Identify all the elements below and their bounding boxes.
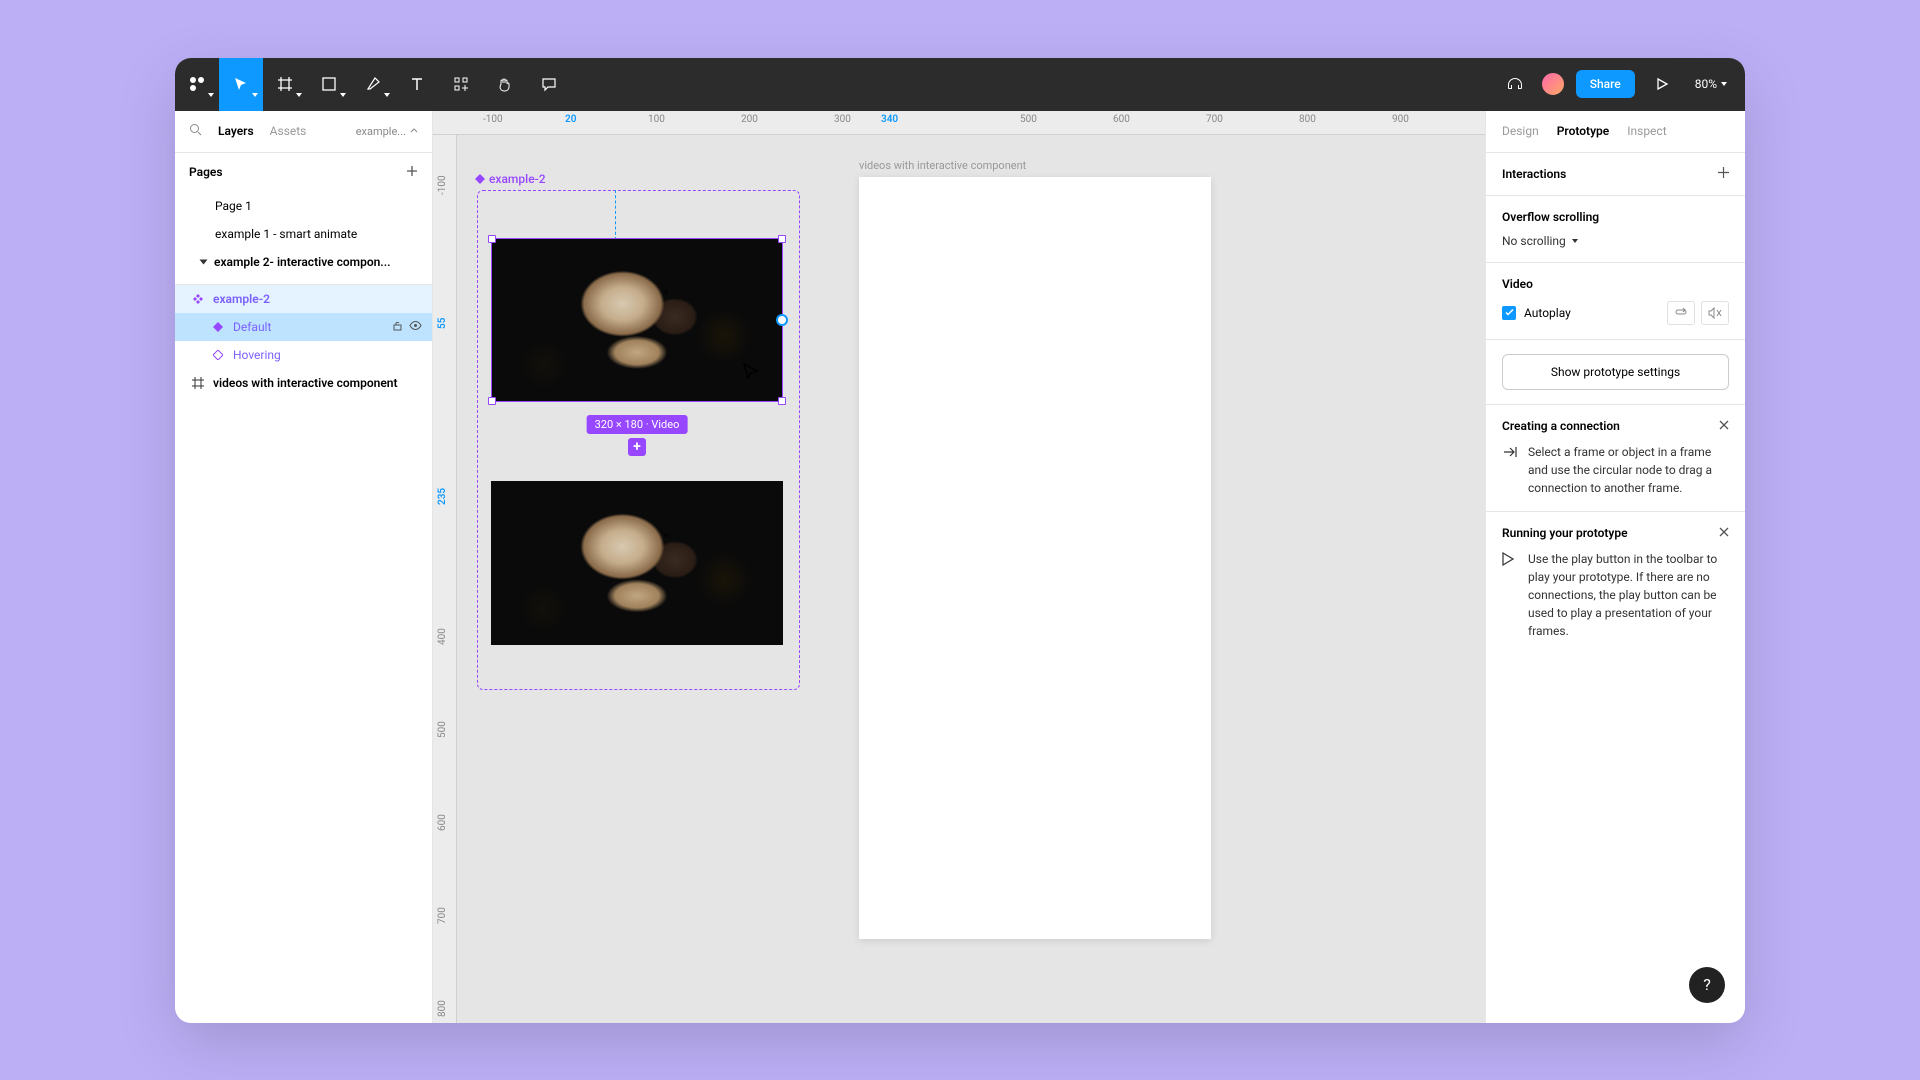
frame-tool[interactable] [263,58,307,111]
hand-tool[interactable] [483,58,527,111]
audio-icon[interactable] [1500,69,1530,99]
layer-component[interactable]: example-2 [175,285,432,313]
variant-icon [211,348,225,362]
checkbox-checked-icon [1502,306,1516,320]
vertical-ruler: -100 55 235 400 500 600 700 800 [433,135,457,1023]
help-fab[interactable]: ? [1689,967,1725,1003]
prototype-settings-section: Show prototype settings [1486,340,1745,405]
share-button[interactable]: Share [1576,70,1635,98]
video-hovering[interactable] [491,481,783,645]
play-icon [1502,550,1518,640]
variant-icon [211,320,225,334]
shape-tool[interactable] [307,58,351,111]
page-item-current[interactable]: example 2- interactive compon... [175,248,432,276]
resize-handle-se[interactable] [778,397,786,405]
add-page-button[interactable] [406,165,418,180]
page-breadcrumb[interactable]: example... [356,125,418,138]
page-item[interactable]: example 1 - smart animate [175,220,432,248]
page-item[interactable]: Page 1 [175,192,432,220]
close-icon[interactable] [1719,526,1729,540]
frame-label[interactable]: videos with interactive component [859,159,1026,172]
frame-videos-interactive[interactable] [859,177,1211,939]
selection-size-badge: 320 × 180 · Video [587,415,688,434]
add-interaction-button[interactable] [1718,167,1729,181]
search-icon[interactable] [189,123,202,139]
resize-handle-ne[interactable] [778,235,786,243]
right-panel-tabs: Design Prototype Inspect [1486,111,1745,153]
video-thumbnail [492,239,782,401]
overflow-dropdown[interactable]: No scrolling [1502,234,1729,248]
layer-variant-default[interactable]: Default [175,313,432,341]
loop-button[interactable] [1667,301,1695,325]
autoplay-checkbox[interactable]: Autoplay [1502,306,1571,320]
overflow-section: Overflow scrolling No scrolling [1486,196,1745,263]
resources-tool[interactable] [439,58,483,111]
mute-button[interactable] [1701,301,1729,325]
chevron-down-icon [1721,82,1727,86]
help-connection: Creating a connection Select a frame or … [1486,405,1745,512]
move-tool[interactable] [219,58,263,111]
add-variant-button[interactable]: + [628,438,646,456]
chevron-down-icon [1572,239,1578,243]
video-section: Video Autoplay [1486,263,1745,340]
present-button[interactable] [1645,67,1679,101]
pen-tool[interactable] [351,58,395,111]
component-frame-label[interactable]: example-2 [475,172,546,186]
interactions-section: Interactions [1486,153,1745,196]
resize-handle-sw[interactable] [488,397,496,405]
resize-handle-nw[interactable] [488,235,496,243]
canvas[interactable]: -100 20 100 200 300 340 500 600 700 800 … [433,111,1485,1023]
video-thumbnail [491,481,783,645]
layer-frame[interactable]: videos with interactive component [175,369,432,397]
tab-assets[interactable]: Assets [270,124,307,138]
app-window: Share 80% Layers Assets example... [175,58,1745,1023]
unlock-icon[interactable] [392,320,403,334]
vertical-guide [615,190,616,240]
prototype-connection-node[interactable] [776,314,788,326]
frame-icon [191,376,205,390]
figma-menu[interactable] [175,58,219,111]
toolbar: Share 80% [175,58,1745,111]
zoom-control[interactable]: 80% [1689,77,1733,91]
comment-tool[interactable] [527,58,571,111]
show-prototype-settings-button[interactable]: Show prototype settings [1502,354,1729,390]
interactions-label: Interactions [1502,167,1566,181]
tab-layers[interactable]: Layers [218,124,254,138]
layer-variant-hovering[interactable]: Hovering [175,341,432,369]
canvas-inner: videos with interactive component exampl… [457,135,1485,1023]
connection-icon [1502,443,1518,497]
text-tool[interactable] [395,58,439,111]
cursor-icon [743,363,759,385]
tab-design[interactable]: Design [1502,124,1539,138]
component-icon [191,292,205,306]
close-icon[interactable] [1719,419,1729,433]
selected-video-default[interactable] [491,238,783,402]
layers-list: example-2 Default Hovering videos w [175,285,432,1023]
horizontal-ruler: -100 20 100 200 300 340 500 600 700 800 … [433,111,1485,135]
tab-inspect[interactable]: Inspect [1627,124,1666,138]
user-avatar[interactable] [1540,71,1566,97]
left-panel-tabs: Layers Assets example... [175,111,432,153]
page-list: Page 1 example 1 - smart animate example… [175,192,432,285]
right-panel: Design Prototype Inspect Interactions Ov… [1485,111,1745,1023]
visibility-icon[interactable] [409,320,422,334]
tab-prototype[interactable]: Prototype [1557,124,1610,138]
main-area: Layers Assets example... Pages Page 1 ex… [175,111,1745,1023]
left-panel: Layers Assets example... Pages Page 1 ex… [175,111,433,1023]
help-running: Running your prototype Use the play butt… [1486,512,1745,654]
pages-header: Pages [175,153,432,192]
zoom-value: 80% [1695,77,1717,91]
